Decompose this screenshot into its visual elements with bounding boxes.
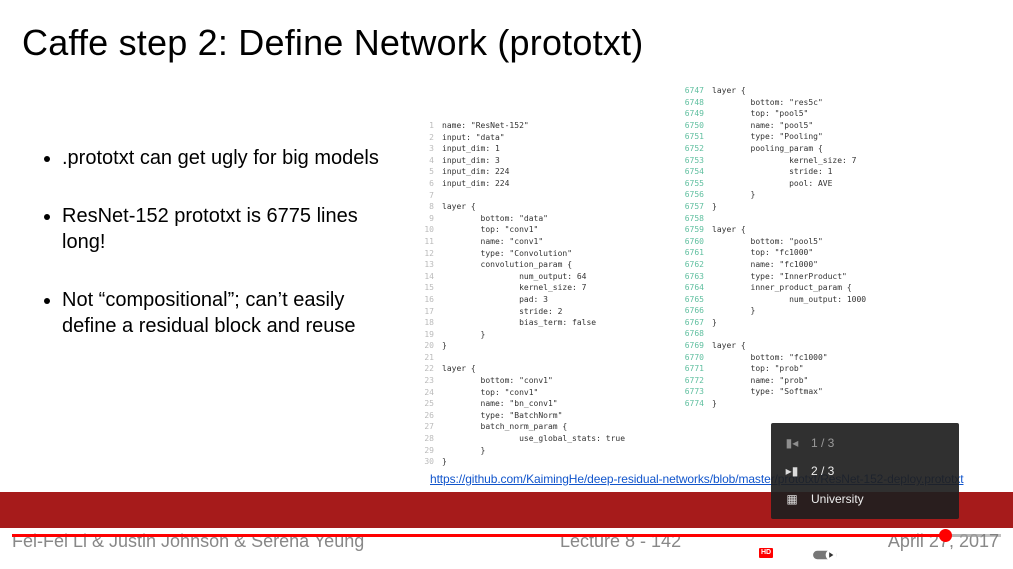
prev-icon: ▮◂ bbox=[783, 436, 801, 450]
captions-button[interactable] bbox=[841, 541, 873, 569]
autoplay-icon bbox=[812, 548, 838, 562]
bullet-item: Not “compositional”; can’t easily define… bbox=[62, 287, 392, 339]
theater-icon bbox=[942, 548, 964, 562]
player-controls: 1:13:38 / 1:18:06 HD bbox=[0, 540, 1013, 569]
bullet-list: .prototxt can get ugly for big models Re… bbox=[62, 145, 392, 371]
volume-slider[interactable] bbox=[110, 553, 160, 556]
slide-title: Caffe step 2: Define Network (prototxt) bbox=[22, 22, 643, 64]
play-icon bbox=[19, 546, 37, 564]
volume-knob[interactable] bbox=[154, 549, 165, 560]
mute-button[interactable] bbox=[76, 541, 108, 569]
time-current: 1:13:38 bbox=[172, 548, 213, 562]
fullscreen-icon bbox=[976, 546, 994, 564]
captions-icon bbox=[847, 547, 867, 563]
play-button[interactable] bbox=[12, 541, 44, 569]
popup-item-label: University bbox=[811, 492, 864, 506]
fullscreen-button[interactable] bbox=[969, 541, 1001, 569]
time-display: 1:13:38 / 1:18:06 bbox=[172, 548, 265, 562]
next-button[interactable] bbox=[44, 541, 76, 569]
bullet-item: ResNet-152 prototxt is 6775 lines long! bbox=[62, 203, 392, 255]
miniplayer-icon bbox=[911, 547, 931, 563]
code-block-right: 6747layer { 6748 bottom: "res5c" 6749 to… bbox=[670, 85, 990, 410]
popup-item-prev[interactable]: ▮◂ 1 / 3 bbox=[771, 429, 959, 457]
next-icon: ▸▮ bbox=[783, 464, 801, 478]
hd-badge: HD bbox=[759, 548, 773, 558]
volume-fill bbox=[110, 553, 160, 556]
next-icon bbox=[51, 546, 69, 564]
theater-button[interactable] bbox=[937, 541, 969, 569]
time-duration: 1:18:06 bbox=[224, 548, 265, 562]
miniplayer-button[interactable] bbox=[905, 541, 937, 569]
volume-icon bbox=[83, 546, 101, 564]
popup-item-label: 2 / 3 bbox=[811, 464, 834, 478]
settings-button[interactable]: HD bbox=[873, 541, 905, 569]
progress-played bbox=[12, 534, 945, 537]
grid-icon: ▦ bbox=[783, 492, 801, 506]
popup-item-label: 1 / 3 bbox=[811, 436, 834, 450]
bullet-item: .prototxt can get ugly for big models bbox=[62, 145, 392, 171]
video-suggestions-popup: ▮◂ 1 / 3 ▸▮ 2 / 3 ▦ University bbox=[771, 423, 959, 519]
popup-item-next[interactable]: ▸▮ 2 / 3 bbox=[771, 457, 959, 485]
gear-icon bbox=[880, 546, 898, 564]
code-block-left: 1name: "ResNet-152" 2input: "data" 3inpu… bbox=[410, 120, 670, 468]
popup-item-channel[interactable]: ▦ University bbox=[771, 485, 959, 513]
autoplay-toggle[interactable] bbox=[809, 541, 841, 569]
